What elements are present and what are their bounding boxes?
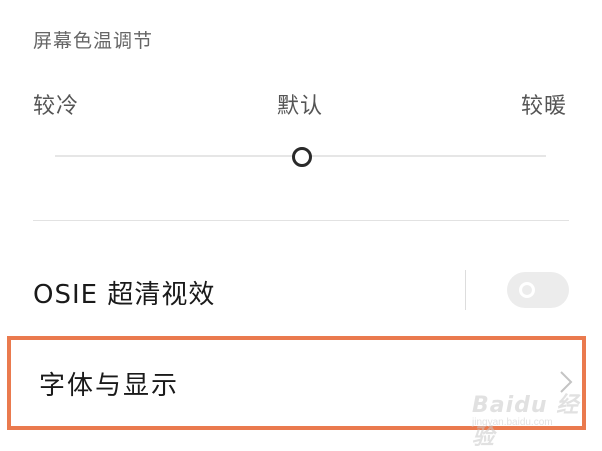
warm-label: 较暖 bbox=[521, 94, 568, 119]
row-separator bbox=[465, 270, 466, 310]
toggle-knob-icon bbox=[519, 282, 535, 298]
section-divider bbox=[33, 220, 569, 221]
watermark-site: jingyan.baidu.com bbox=[472, 417, 553, 428]
default-label: 默认 bbox=[277, 94, 324, 119]
color-temperature-slider[interactable] bbox=[55, 145, 546, 167]
slider-thumb[interactable] bbox=[291, 147, 312, 167]
color-temperature-title: 屏幕色温调节 bbox=[33, 30, 154, 52]
font-display-label: 字体与显示 bbox=[39, 371, 180, 401]
osie-label: OSIE 超清视效 bbox=[33, 280, 216, 310]
cool-label: 较冷 bbox=[33, 94, 80, 119]
osie-toggle[interactable] bbox=[507, 272, 569, 308]
baidu-watermark: Baidu 经验 jingyan.baidu.com bbox=[472, 383, 590, 450]
osie-setting-row: OSIE 超清视效 bbox=[0, 258, 602, 328]
